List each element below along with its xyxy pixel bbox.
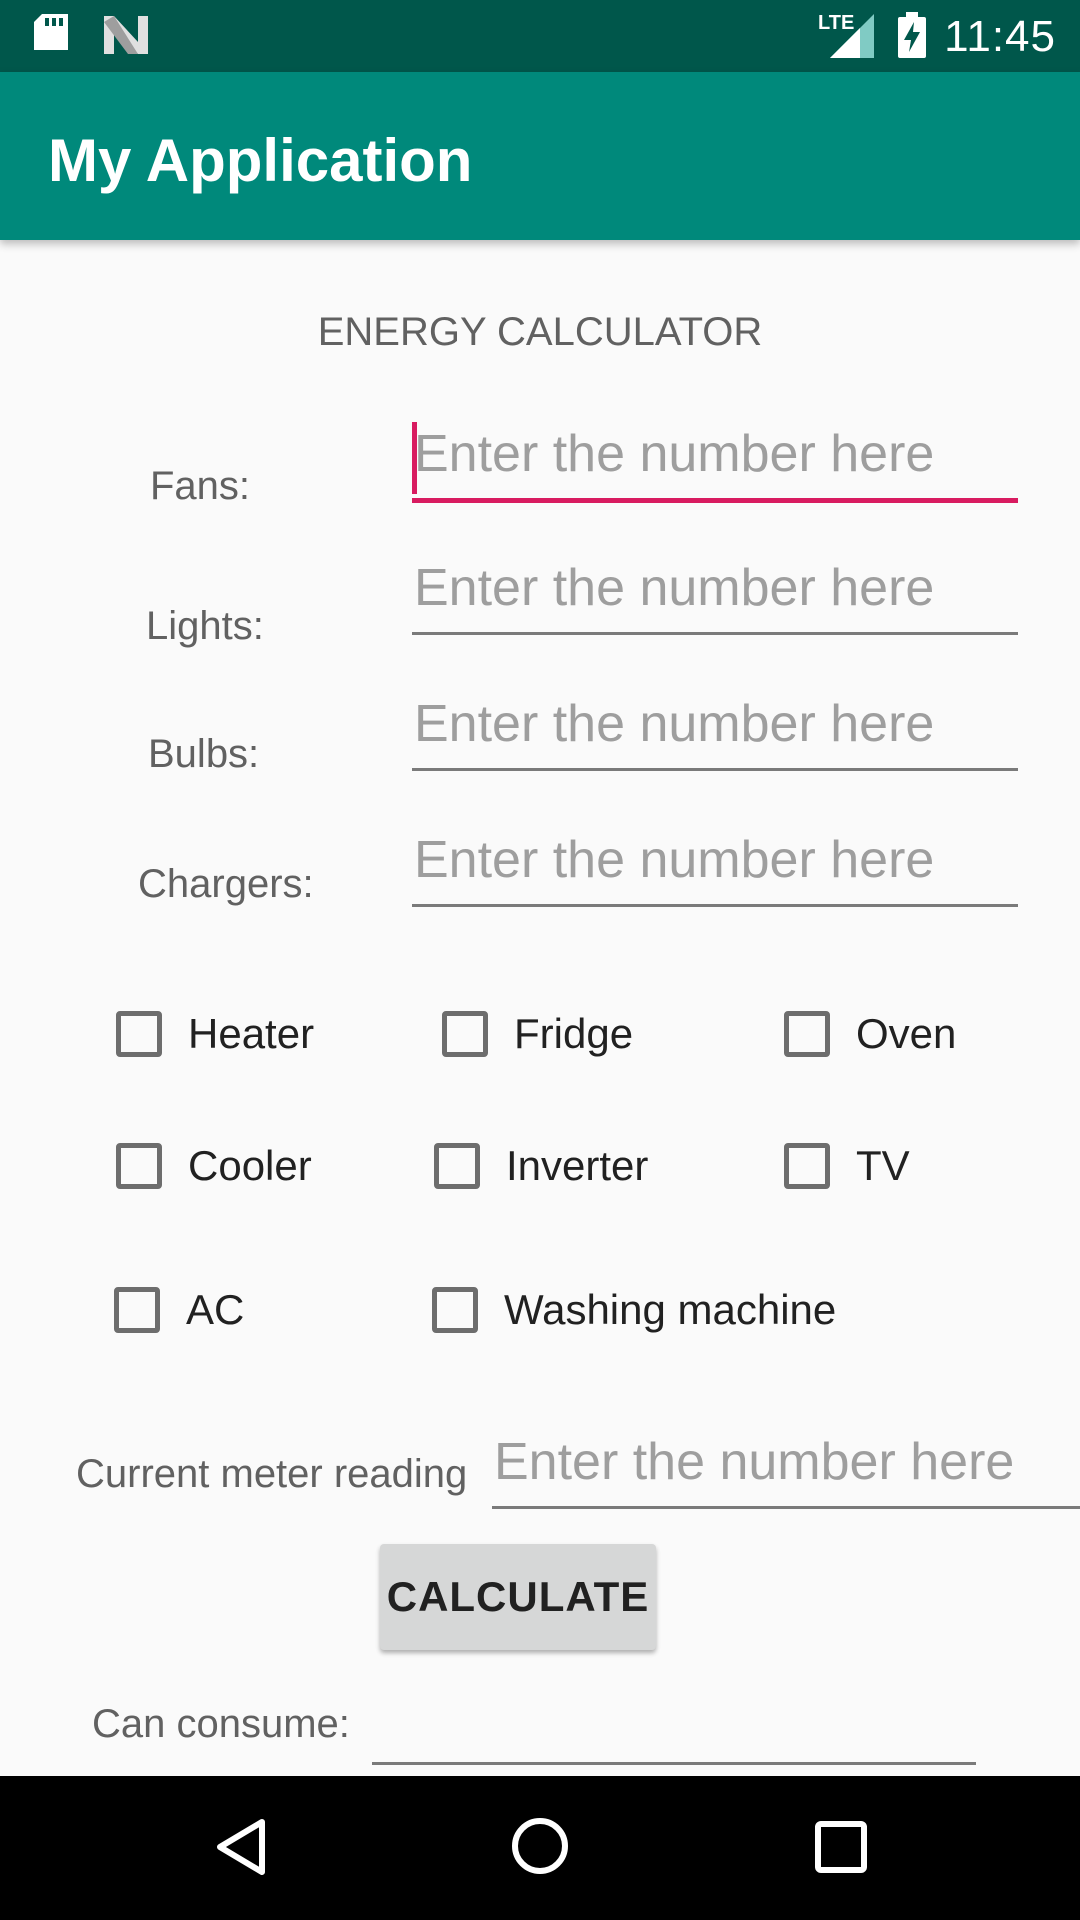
sd-card-icon — [34, 14, 68, 50]
recents-icon[interactable] — [814, 1820, 868, 1879]
status-time: 11:45 — [944, 12, 1056, 61]
app-bar: My Application — [0, 72, 1080, 240]
checkbox-label: Fridge — [514, 1010, 634, 1057]
fridge-checkbox[interactable]: Fridge — [442, 1010, 633, 1058]
back-icon[interactable] — [212, 1816, 268, 1883]
checkbox-label: Oven — [856, 1010, 957, 1057]
tv-checkbox[interactable]: TV — [784, 1142, 910, 1190]
checkbox-box[interactable] — [116, 1143, 162, 1189]
chargers-field[interactable] — [412, 820, 1020, 900]
chargers-input[interactable] — [412, 820, 1020, 907]
home-icon[interactable] — [510, 1816, 570, 1881]
heater-checkbox[interactable]: Heater — [116, 1010, 314, 1058]
checkbox-box[interactable] — [784, 1143, 830, 1189]
checkbox-label: TV — [856, 1142, 910, 1189]
meter-field[interactable] — [492, 1422, 1080, 1502]
checkbox-box[interactable] — [442, 1011, 488, 1057]
checkbox-box[interactable] — [784, 1011, 830, 1057]
lte-signal-icon — [830, 14, 874, 58]
checkbox-label: Heater — [188, 1010, 315, 1057]
checkbox-box[interactable] — [434, 1143, 480, 1189]
fans-label: Fans: — [150, 464, 251, 508]
cooler-checkbox[interactable]: Cooler — [116, 1142, 312, 1190]
washing-machine-checkbox[interactable]: Washing machine — [432, 1286, 836, 1334]
lights-field[interactable] — [412, 548, 1020, 628]
bulbs-label: Bulbs: — [148, 732, 260, 776]
checkbox-box[interactable] — [116, 1011, 162, 1057]
battery-charging-icon — [898, 12, 926, 58]
fans-field[interactable] — [412, 414, 1020, 494]
lights-label: Lights: — [146, 604, 264, 648]
result-label: Can consume: — [92, 1702, 350, 1746]
checkbox-label: Inverter — [506, 1142, 649, 1189]
checkbox-label: AC — [186, 1286, 245, 1333]
text-cursor — [412, 422, 417, 494]
checkbox-box[interactable] — [114, 1287, 160, 1333]
page-title: ENERGY CALCULATOR — [317, 310, 763, 354]
inverter-checkbox[interactable]: Inverter — [434, 1142, 648, 1190]
result-field — [372, 1680, 976, 1765]
oven-checkbox[interactable]: Oven — [784, 1010, 956, 1058]
app-title: My Application — [48, 127, 473, 194]
chargers-label: Chargers: — [138, 862, 314, 906]
lights-input[interactable] — [412, 548, 1020, 635]
meter-input[interactable] — [492, 1422, 1080, 1509]
status-bar: LTE 11:45 — [0, 0, 1080, 72]
bulbs-field[interactable] — [412, 684, 1020, 764]
navigation-bar — [0, 1776, 1080, 1920]
checkbox-label: Washing machine — [504, 1286, 837, 1333]
bulbs-input[interactable] — [412, 684, 1020, 771]
checkbox-box[interactable] — [432, 1287, 478, 1333]
ac-checkbox[interactable]: AC — [114, 1286, 244, 1334]
meter-label: Current meter reading — [76, 1452, 468, 1496]
fans-input[interactable] — [412, 414, 1020, 503]
checkbox-label: Cooler — [188, 1142, 312, 1189]
n-logo-icon — [104, 16, 148, 54]
calculate-button[interactable]: CALCULATE — [380, 1544, 656, 1650]
